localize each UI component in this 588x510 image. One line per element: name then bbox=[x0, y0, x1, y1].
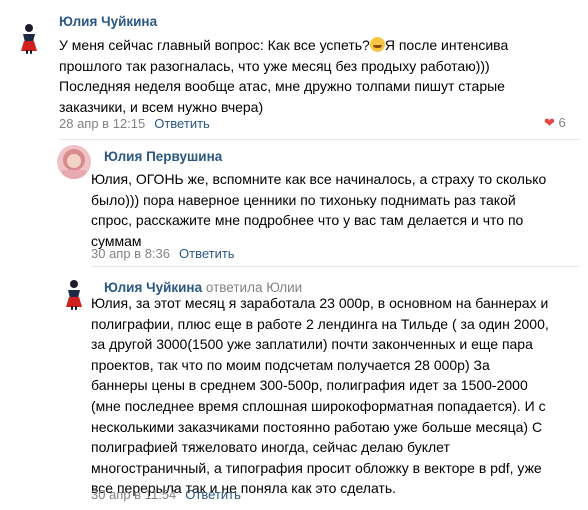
avatar-photo bbox=[57, 145, 91, 179]
comment-author[interactable]: Юлия Первушина bbox=[104, 149, 222, 164]
comment-date[interactable]: 30 апр в 8:36 bbox=[91, 246, 170, 261]
comment-text-line: Юлия, ОГОНЬ же, вспомните как все начина… bbox=[91, 171, 547, 187]
comment-text-line: У меня сейчас главный вопрос: Как все ус… bbox=[59, 37, 370, 53]
reply-button[interactable]: Ответить bbox=[154, 116, 210, 131]
avatar-illustration bbox=[57, 276, 91, 310]
reply-button[interactable]: Ответить bbox=[179, 246, 235, 261]
comment-text-line: прошлого так разогналась, что уже месяц … bbox=[59, 57, 490, 74]
comment-text-line: баннеры цены в среднем 300-500р, полигра… bbox=[91, 377, 528, 394]
comment-date[interactable]: 28 апр в 12:15 bbox=[59, 116, 145, 131]
comment-text-line: проектов, так что по моим подсчетам полу… bbox=[91, 356, 490, 373]
avatar[interactable] bbox=[57, 276, 91, 310]
comment-1: Юлия Чуйкина У меня сейчас главный вопро… bbox=[0, 0, 588, 140]
avatar[interactable] bbox=[12, 20, 46, 54]
comment-text: У меня сейчас главный вопрос: Как все ус… bbox=[59, 35, 508, 117]
comment-author[interactable]: Юлия Чуйкина bbox=[59, 14, 157, 29]
comment-meta: 28 апр в 12:15 Ответить bbox=[59, 116, 210, 131]
comment-text-line: многостраничный, а типография просит обл… bbox=[91, 459, 542, 476]
comment-text-line: полиграфии, плюс еще в работе 2 лендинга… bbox=[91, 315, 549, 332]
comment-text-line: Юлия, за этот месяц я заработала 23 000р… bbox=[91, 295, 549, 311]
comment-text-line: Я после интенсива bbox=[384, 37, 509, 53]
comment-text-line: заказчики, и всем нужно вчера) bbox=[59, 98, 264, 115]
comment-text-line: спрос, расскажите мне подробнее что у ва… bbox=[91, 212, 524, 229]
comment-text: Юлия, ОГОНЬ же, вспомните как все начина… bbox=[91, 169, 546, 251]
comment-text: Юлия, за этот месяц я заработала 23 000р… bbox=[91, 293, 549, 499]
comment-text-line: несколькими заказчиками постоянно работа… bbox=[91, 418, 543, 435]
laughing-emoji-icon bbox=[369, 37, 385, 52]
comment-3: Юлия Чуйкина ответила Юлии Юлия, за этот… bbox=[0, 266, 588, 510]
reply-button[interactable]: Ответить bbox=[185, 487, 241, 502]
comment-meta: 30 апр в 11:54 Ответить bbox=[91, 487, 241, 502]
avatar-illustration bbox=[12, 20, 46, 54]
like-button[interactable]: ❤ 6 bbox=[544, 115, 566, 131]
like-count: 6 bbox=[558, 115, 566, 130]
comment-date[interactable]: 30 апр в 11:54 bbox=[91, 487, 176, 502]
comment-meta: 30 апр в 8:36 Ответить bbox=[91, 246, 235, 261]
comment-text-line: полиграфией тяжеловато иногда, сейчас де… bbox=[91, 439, 450, 456]
comment-text-line: за другой 3000(1500 уже заплатили) почти… bbox=[91, 336, 533, 353]
avatar[interactable] bbox=[57, 145, 91, 179]
comment-text-line: (мне последнее время сплошная широкоформ… bbox=[91, 397, 546, 414]
comment-2: Юлия Первушина Юлия, ОГОНЬ же, вспомните… bbox=[0, 140, 588, 265]
comment-text-line: Последняя неделя вообще атас, мне дружно… bbox=[59, 78, 505, 95]
comment-text-line: было))) пора наверное ценники по тихоньк… bbox=[91, 191, 516, 208]
heart-icon: ❤ bbox=[544, 115, 555, 130]
